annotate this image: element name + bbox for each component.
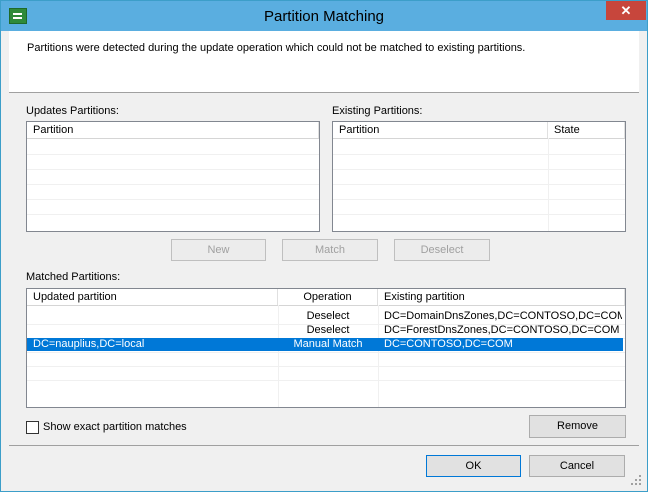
close-button[interactable]: ✕	[606, 1, 646, 20]
header-panel: Partitions were detected during the upda…	[9, 31, 639, 92]
header-description: Partitions were detected during the upda…	[27, 42, 526, 54]
column-header-updated-partition[interactable]: Updated partition	[27, 289, 278, 305]
updated-partition-cell: DC=nauplius,DC=local	[33, 338, 145, 350]
column-header-existing-partition[interactable]: Existing partition	[378, 289, 625, 305]
column-header-operation[interactable]: Operation	[278, 289, 378, 305]
table-row[interactable]: Deselect DC=DomainDnsZones,DC=CONTOSO,DC…	[27, 310, 625, 323]
header-divider	[9, 92, 639, 93]
operation-cell: Deselect	[306, 324, 350, 336]
partition-matching-dialog: Partition Matching ✕ Partitions were det…	[0, 0, 648, 492]
matched-partitions-header: Updated partition Operation Existing par…	[27, 289, 625, 306]
updates-partitions-list[interactable]: Partition	[26, 121, 320, 232]
table-row[interactable]: Deselect DC=ForestDnsZones,DC=CONTOSO,DC…	[27, 324, 625, 337]
existing-partitions-list[interactable]: Partition State	[332, 121, 626, 232]
new-button[interactable]: New	[171, 239, 266, 261]
updates-partitions-label: Updates Partitions:	[26, 105, 119, 117]
remove-button[interactable]: Remove	[529, 415, 626, 438]
operation-cell: Manual Match	[293, 338, 363, 350]
updates-partitions-header: Partition	[27, 122, 319, 139]
table-row-selected[interactable]: DC=nauplius,DC=local Manual Match DC=CON…	[27, 338, 623, 351]
existing-partitions-header: Partition State	[333, 122, 625, 139]
resize-grip-icon[interactable]	[629, 473, 643, 487]
existing-partition-cell: DC=CONTOSO,DC=COM	[384, 338, 513, 350]
updated-partition-cell	[33, 324, 273, 337]
updated-partition-cell	[33, 310, 273, 323]
cancel-button[interactable]: Cancel	[529, 455, 625, 477]
column-header-partition[interactable]: Partition	[333, 122, 548, 138]
column-header-state[interactable]: State	[548, 122, 625, 138]
existing-partition-cell: DC=DomainDnsZones,DC=CONTOSO,DC=COM	[384, 310, 622, 322]
column-header-partition[interactable]: Partition	[27, 122, 319, 138]
matched-partitions-label: Matched Partitions:	[26, 271, 121, 283]
show-exact-label[interactable]: Show exact partition matches	[43, 421, 187, 433]
existing-partitions-label: Existing Partitions:	[332, 105, 423, 117]
match-button[interactable]: Match	[282, 239, 378, 261]
ok-button[interactable]: OK	[426, 455, 521, 477]
existing-partition-cell: DC=ForestDnsZones,DC=CONTOSO,DC=COM	[384, 324, 620, 336]
title-bar[interactable]: Partition Matching ✕	[1, 1, 647, 31]
window-title: Partition Matching	[263, 8, 385, 25]
show-exact-checkbox[interactable]	[26, 421, 39, 434]
footer-divider	[9, 445, 639, 446]
matched-partitions-list[interactable]: Updated partition Operation Existing par…	[26, 288, 626, 408]
operation-cell: Deselect	[306, 310, 350, 322]
deselect-button[interactable]: Deselect	[394, 239, 490, 261]
